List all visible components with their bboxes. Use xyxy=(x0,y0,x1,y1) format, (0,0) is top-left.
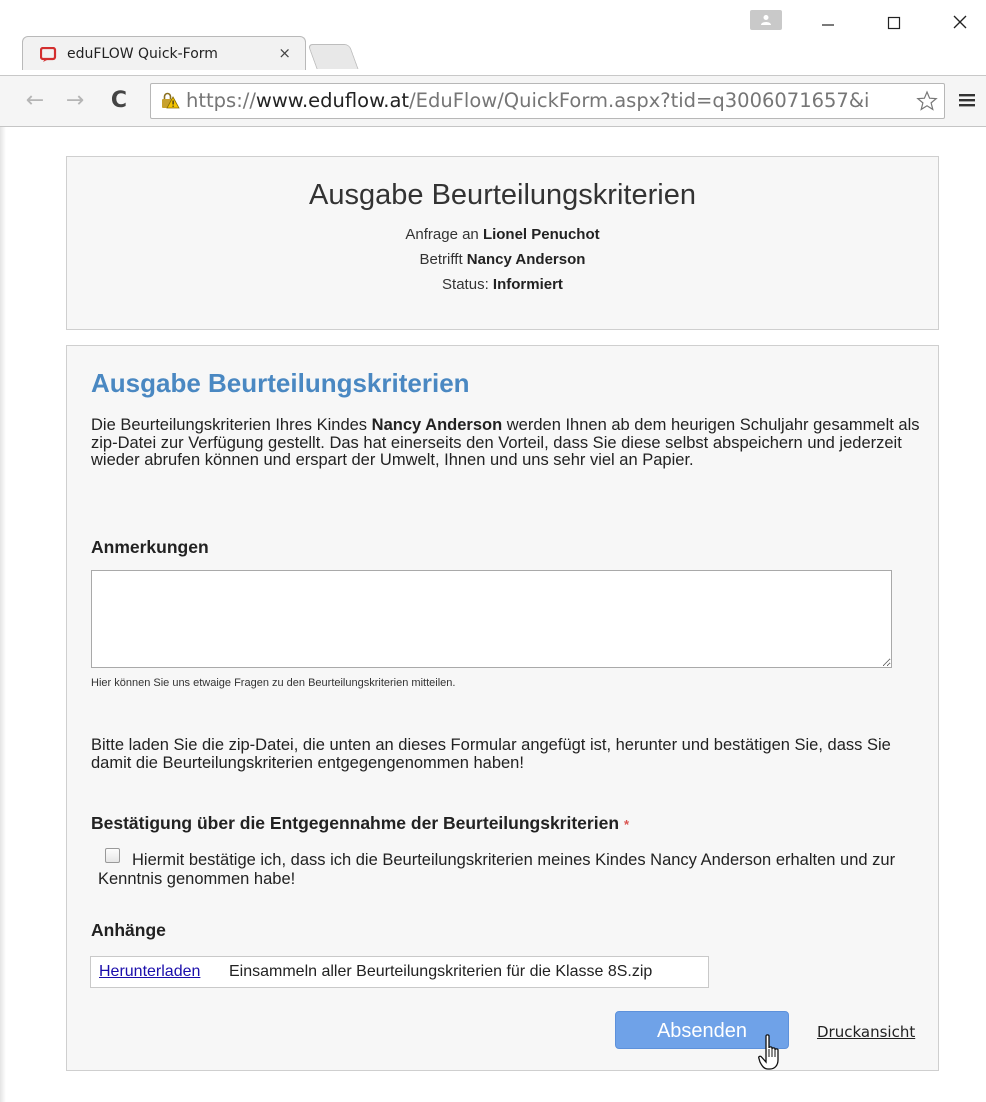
print-view-link[interactable]: Druckansicht xyxy=(817,1023,915,1041)
remarks-label: Anmerkungen xyxy=(91,537,209,557)
warning-lock-icon xyxy=(160,92,180,115)
close-icon[interactable] xyxy=(940,14,980,44)
tab-close-icon[interactable]: × xyxy=(278,44,291,62)
subject-value: Nancy Anderson xyxy=(466,251,586,268)
browser-toolbar: ← → C https://www.eduflow.at/EduFlow/Qui… xyxy=(0,75,986,127)
confirmation-checkbox[interactable] xyxy=(105,848,120,863)
attachment-filename: Einsammeln aller Beurteilungskriterien f… xyxy=(229,963,653,980)
url-path: /EduFlow/QuickForm.aspx?tid=q3006071657&… xyxy=(409,89,870,112)
menu-icon[interactable] xyxy=(958,91,976,114)
intro-before: Die Beurteilungskriterien Ihres Kindes xyxy=(91,416,368,434)
intro-child-name: Nancy Anderson xyxy=(371,416,503,434)
browser-titlebar: eduFLOW Quick-Form × xyxy=(0,0,986,75)
required-marker: * xyxy=(624,817,630,832)
url-host: www.eduflow.at xyxy=(255,89,410,112)
eduflow-favicon-icon xyxy=(39,46,58,63)
star-icon[interactable] xyxy=(916,90,938,117)
request-label: Anfrage an xyxy=(405,226,479,243)
confirmation-text: Hiermit bestätige ich, dass ich die Beur… xyxy=(98,851,896,888)
remarks-hint: Hier können Sie uns etwaige Fragen zu de… xyxy=(91,677,456,689)
tab-title: eduFLOW Quick-Form xyxy=(67,46,218,62)
forward-arrow-icon[interactable]: → xyxy=(62,88,88,114)
status-line: Status: Informiert xyxy=(67,276,938,293)
intro-text: Die Beurteilungskriterien Ihres Kindes N… xyxy=(91,416,921,470)
request-header: Ausgabe Beurteilungskriterien Anfrage an… xyxy=(66,156,939,330)
download-link[interactable]: Herunterladen xyxy=(99,963,200,981)
request-line: Anfrage an Lionel Penuchot xyxy=(67,226,938,243)
form-title: Ausgabe Beurteilungskriterien xyxy=(91,368,470,398)
hand-cursor-icon xyxy=(758,1034,784,1077)
confirmation-label: Bestätigung über die Entgegennahme der B… xyxy=(91,813,629,834)
user-icon[interactable] xyxy=(750,10,782,30)
remarks-textarea[interactable] xyxy=(91,570,892,668)
new-tab-button[interactable] xyxy=(307,44,359,69)
download-instruction: Bitte laden Sie die zip-Datei, die unten… xyxy=(91,736,891,772)
quick-form: Ausgabe Beurteilungskriterien Die Beurte… xyxy=(66,345,939,1071)
attachments-label: Anhänge xyxy=(91,920,166,940)
subject-line: Betrifft Nancy Anderson xyxy=(67,251,938,268)
maximize-icon[interactable] xyxy=(874,14,914,44)
request-value: Lionel Penuchot xyxy=(482,226,600,243)
browser-tab[interactable]: eduFLOW Quick-Form × xyxy=(22,36,306,70)
subject-label: Betrifft xyxy=(419,251,463,268)
minimize-icon[interactable] xyxy=(808,14,848,44)
reload-icon[interactable]: C xyxy=(106,88,132,114)
address-bar[interactable]: https://www.eduflow.at/EduFlow/QuickForm… xyxy=(150,83,945,119)
url-scheme: https:// xyxy=(186,89,256,112)
url-text: https://www.eduflow.at/EduFlow/QuickForm… xyxy=(186,89,869,112)
attachment-row: Herunterladen Einsammeln aller Beurteilu… xyxy=(90,956,709,988)
status-label: Status: xyxy=(442,276,489,293)
page-edge xyxy=(0,127,6,1102)
back-arrow-icon[interactable]: ← xyxy=(22,88,48,114)
page-title: Ausgabe Beurteilungskriterien xyxy=(309,179,696,211)
status-value: Informiert xyxy=(492,276,563,293)
confirmation-label-text: Bestätigung über die Entgegennahme der B… xyxy=(91,813,620,833)
